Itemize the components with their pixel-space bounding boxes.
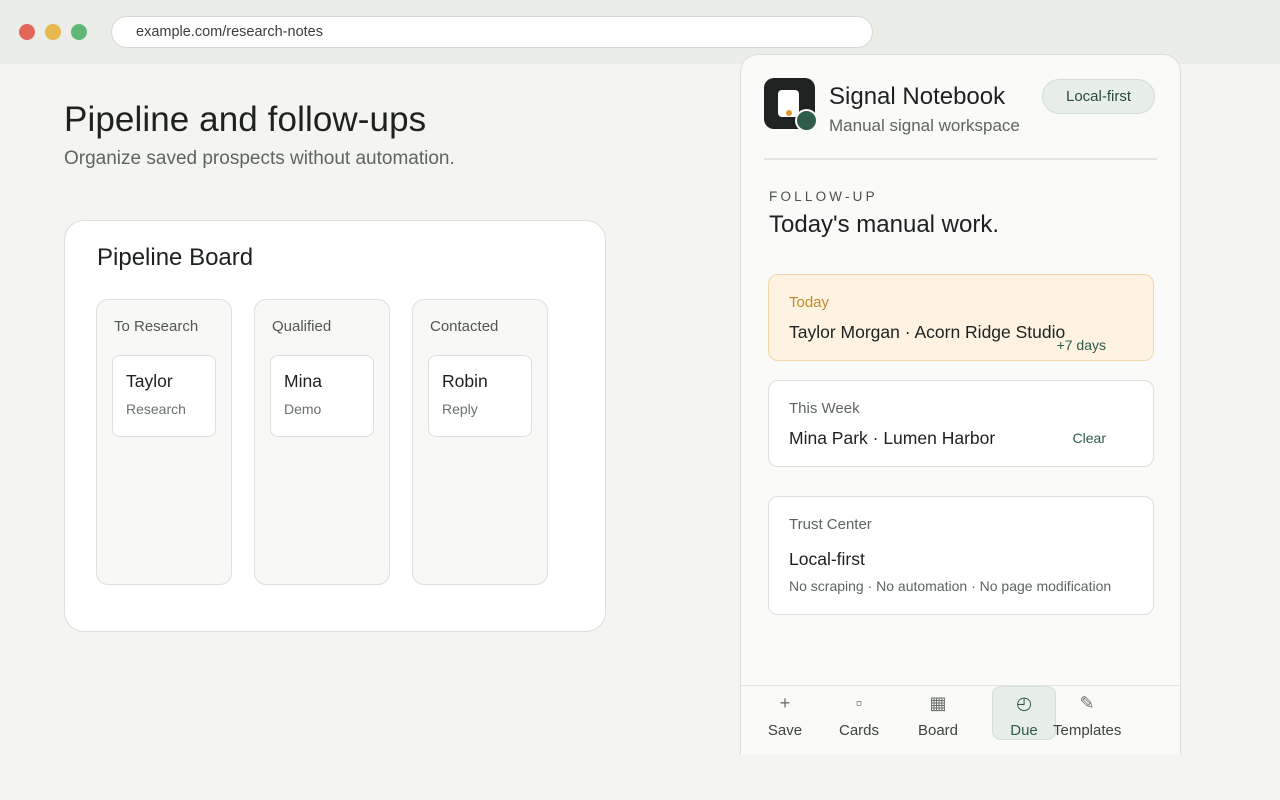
divider: [764, 158, 1157, 160]
prospect-name: Taylor: [126, 371, 173, 391]
card-icon: ▫: [855, 693, 863, 713]
close-window-button[interactable]: [19, 24, 35, 40]
trust-mode: Local-first: [789, 549, 865, 569]
prospect-name: Robin: [442, 371, 488, 391]
item-label: Today: [789, 294, 830, 311]
nav-label: Board: [917, 722, 959, 739]
nav-board[interactable]: ▦ Board: [915, 686, 961, 756]
nav-label: Cards: [838, 722, 879, 739]
plus-icon: +: [779, 693, 791, 713]
maximize-window-button[interactable]: [71, 24, 87, 40]
app-logo-icon: [764, 78, 818, 132]
pipeline-board: Pipeline Board To Research Taylor Resear…: [64, 220, 606, 632]
section-title: Today's manual work.: [769, 211, 1000, 238]
board-column-qualified: Qualified Mina Demo: [254, 299, 390, 585]
bottom-nav: + Save ▫ Cards ▦ Board ◴ Due ✎ Templates: [741, 685, 1180, 755]
minimize-window-button[interactable]: [45, 24, 61, 40]
nav-label: Save: [767, 722, 803, 739]
app-name: Signal Notebook: [829, 83, 1006, 110]
column-title: To Research: [114, 318, 199, 335]
app-subtitle: Manual signal workspace: [829, 116, 1020, 135]
prospect-card[interactable]: Taylor Research: [112, 355, 216, 437]
section-eyebrow: FOLLOW-UP: [769, 189, 878, 204]
page-subtitle: Organize saved prospects without automat…: [64, 148, 455, 169]
clear-button[interactable]: Clear: [1073, 430, 1106, 446]
local-first-badge[interactable]: Local-first: [1042, 79, 1155, 114]
prospect-card[interactable]: Robin Reply: [428, 355, 532, 437]
item-contact: Mina Park · Lumen Harbor: [789, 428, 996, 448]
trust-center-card: Trust Center Local-first No scraping · N…: [768, 496, 1154, 615]
nav-label: Due: [1010, 722, 1038, 739]
followup-item-this-week[interactable]: This Week Mina Park · Lumen Harbor Clear: [768, 380, 1154, 467]
nav-cards[interactable]: ▫ Cards: [835, 686, 883, 756]
nav-save[interactable]: + Save: [763, 686, 807, 756]
item-label: This Week: [789, 400, 860, 417]
prospect-card[interactable]: Mina Demo: [270, 355, 374, 437]
followup-item-today[interactable]: Today Taylor Morgan · Acorn Ridge Studio…: [768, 274, 1154, 361]
nav-label: Templates: [1053, 722, 1122, 739]
board-column-to-research: To Research Taylor Research: [96, 299, 232, 585]
prospect-stage: Research: [126, 401, 186, 417]
signal-notebook-panel: Signal Notebook Manual signal workspace …: [740, 54, 1181, 755]
item-contact: Taylor Morgan · Acorn Ridge Studio: [789, 322, 1066, 342]
nav-due[interactable]: ◴ Due: [992, 686, 1056, 740]
prospect-stage: Reply: [442, 401, 478, 417]
clock-icon: ◴: [1016, 693, 1032, 713]
address-bar[interactable]: example.com/research-notes: [111, 16, 873, 48]
board-icon: ▦: [929, 693, 947, 713]
page-title: Pipeline and follow-ups: [64, 100, 427, 139]
snooze-tag[interactable]: +7 days: [1057, 337, 1106, 353]
prospect-stage: Demo: [284, 401, 322, 417]
board-title: Pipeline Board: [97, 244, 254, 271]
nav-templates[interactable]: ✎ Templates: [1053, 686, 1121, 756]
pencil-icon: ✎: [1079, 693, 1095, 713]
trust-note: No scraping · No automation · No page mo…: [789, 578, 1112, 594]
column-title: Qualified: [272, 318, 332, 335]
column-title: Contacted: [430, 318, 499, 335]
item-label: Trust Center: [789, 516, 872, 533]
prospect-name: Mina: [284, 371, 322, 391]
board-column-contacted: Contacted Robin Reply: [412, 299, 548, 585]
